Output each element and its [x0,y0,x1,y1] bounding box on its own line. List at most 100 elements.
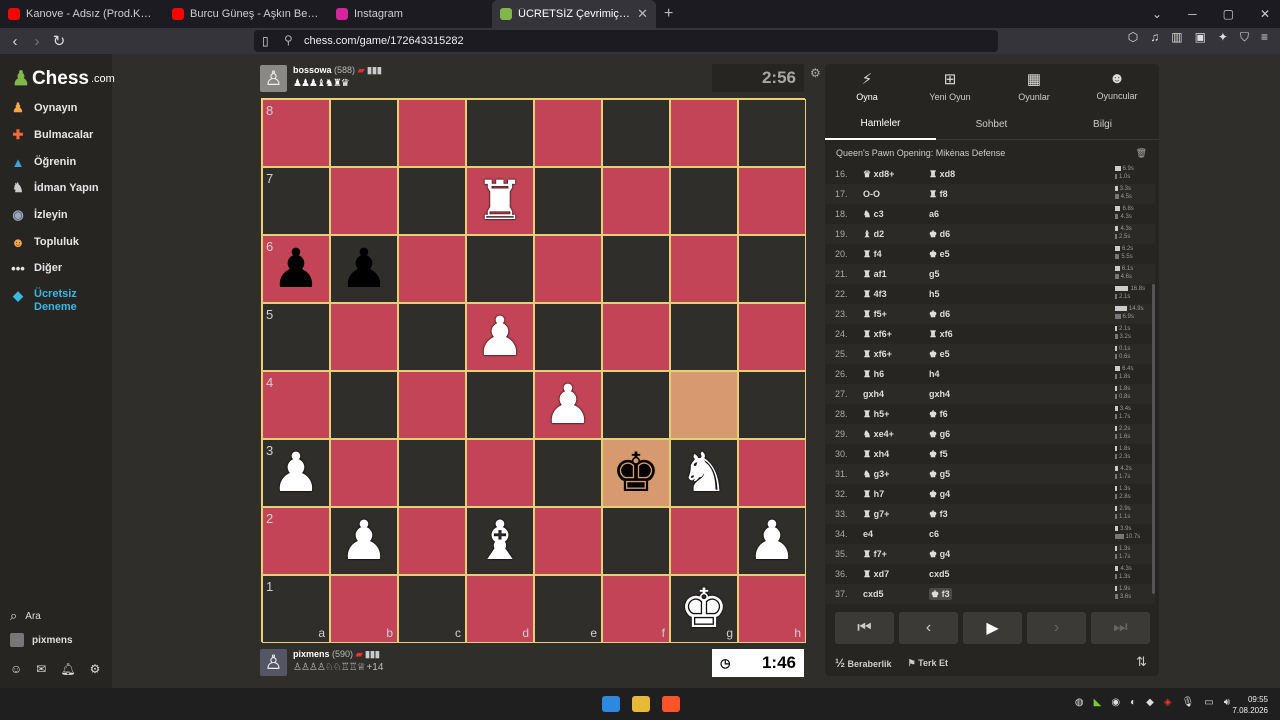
white-pawn[interactable]: ♟ [544,378,592,432]
bookmark-icon[interactable]: ▯ [262,34,269,48]
square-h7[interactable] [738,167,806,235]
square-g7[interactable] [670,167,738,235]
black-move[interactable]: ♚ g6 [929,429,1049,440]
square-b5[interactable] [330,303,398,371]
white-move[interactable]: ♝ d2 [863,229,929,240]
square-c2[interactable] [398,507,466,575]
sidebar-item-watch[interactable]: ◉ İzleyin [10,207,67,223]
black-move[interactable]: ♚ f5 [929,449,1049,460]
white-move[interactable]: ♜ xf6+ [863,329,929,340]
sidebar-item-community[interactable]: ☻ Topluluk [10,234,79,250]
square-d4[interactable] [466,371,534,439]
square-f3[interactable]: ♚ [602,439,670,507]
square-f2[interactable] [602,507,670,575]
tab-play[interactable]: ⚡︎ Oyna [837,70,897,102]
white-move[interactable]: ♞ g3+ [863,469,929,480]
square-e8[interactable] [534,99,602,167]
tab-youtube-1[interactable]: Kanove - Adsız (Prod.Kanove) - YouTube [0,0,164,28]
square-e3[interactable] [534,439,602,507]
tray-app-icon[interactable]: ◍ [1075,697,1084,708]
square-c7[interactable] [398,167,466,235]
white-move[interactable]: ♜ xd7 [863,569,929,580]
tab-new-game[interactable]: ⊞ Yeni Oyun [920,70,980,102]
white-move[interactable]: ♛ xd8+ [863,169,929,180]
black-move[interactable]: a6 [929,209,1049,219]
close-icon[interactable]: ✕ [637,6,648,22]
avatar[interactable]: ♙ [260,65,287,92]
square-h3[interactable] [738,439,806,507]
resign-button[interactable]: ⚑ Terk Et [908,658,948,669]
square-a4[interactable]: 4 [262,371,330,439]
black-move[interactable]: ♜ f8 [929,189,1049,200]
minimize-icon[interactable]: ─ [1188,7,1197,21]
sidebar-item-more[interactable]: ••• Diğer [10,260,62,276]
back-icon[interactable]: ‹ [4,33,26,50]
square-c6[interactable] [398,235,466,303]
white-knight[interactable]: ♞ [680,446,728,500]
square-e7[interactable] [534,167,602,235]
black-move[interactable]: ♚ d6 [929,229,1049,240]
trash-icon[interactable]: 🗑︎ [1136,148,1147,159]
square-f4[interactable] [602,371,670,439]
last-move-button[interactable]: ⏭︎ [1091,612,1150,644]
white-pawn[interactable]: ♟ [340,514,388,568]
square-b4[interactable] [330,371,398,439]
black-move[interactable]: ♜ xf6 [929,329,1049,340]
white-rook[interactable]: ♜ [476,174,524,228]
square-g8[interactable] [670,99,738,167]
tab-youtube-2[interactable]: Burcu Güneş - Aşkın Beni Baştan [164,0,328,28]
black-move[interactable]: ♚ e5 [929,249,1049,260]
square-d7[interactable]: ♜ [466,167,534,235]
black-move[interactable]: g5 [929,269,1049,279]
square-h4[interactable] [738,371,806,439]
black-move[interactable]: ♚ d6 [929,309,1049,320]
white-move[interactable]: O-O [863,189,929,199]
square-c3[interactable] [398,439,466,507]
square-b8[interactable] [330,99,398,167]
square-b2[interactable]: ♟ [330,507,398,575]
draw-button[interactable]: ½ Beraberlik [835,656,892,670]
sidebar-icon[interactable]: ▥ [1171,30,1182,45]
white-move[interactable]: ♜ f5+ [863,309,929,320]
black-move[interactable]: h5 [929,289,1049,299]
black-move[interactable]: ♚ g4 [929,549,1049,560]
previous-move-button[interactable]: ‹ [899,612,958,644]
white-move[interactable]: ♜ xf6+ [863,349,929,360]
tray-app-icon[interactable]: ◈ [1164,697,1172,708]
square-f7[interactable] [602,167,670,235]
black-king[interactable]: ♚ [612,446,660,500]
maximize-icon[interactable]: ▢ [1223,7,1234,21]
black-move[interactable]: ♚ g4 [929,489,1049,500]
white-move[interactable]: ♜ xh4 [863,449,929,460]
square-e1[interactable]: e [534,575,602,643]
square-g5[interactable] [670,303,738,371]
first-move-button[interactable]: ⏮︎ [835,612,894,644]
white-pawn[interactable]: ♟ [476,310,524,364]
music-icon[interactable]: ♫ [1150,30,1159,45]
square-h1[interactable]: h [738,575,806,643]
tab-chess[interactable]: ÜCRETSİZ Çevrimiçi Satranç Oyna✕ [492,0,656,28]
sidebar-item-play[interactable]: ♟ Oynayın [10,100,77,116]
square-c5[interactable] [398,303,466,371]
sidebar-item-puzzles[interactable]: ✚ Bulmacalar [10,127,94,143]
white-move[interactable]: ♜ g7+ [863,509,929,520]
square-b6[interactable]: ♟ [330,235,398,303]
square-c8[interactable] [398,99,466,167]
black-move[interactable]: c6 [929,529,1049,539]
nvidia-icon[interactable]: ◣ [1094,697,1102,708]
tab-moves[interactable]: Hamleler [825,108,936,140]
url-field[interactable]: chess.com/game/172643315282 [254,30,998,52]
tab-instagram[interactable]: Instagram [328,0,492,28]
black-move[interactable]: ♚ g5 [929,469,1049,480]
black-move[interactable]: ♜ xd8 [929,169,1049,180]
shield-icon[interactable]: ⛉ [1240,30,1249,45]
square-g2[interactable] [670,507,738,575]
square-e4[interactable]: ♟ [534,371,602,439]
volume-icon[interactable]: 🔊︎ [1224,697,1230,708]
sidebar-search[interactable]: ⌕ Ara [10,608,41,624]
black-pawn[interactable]: ♟ [272,242,320,296]
sidebar-user[interactable]: pixmens [10,633,73,647]
windows-start-icon[interactable] [602,696,620,712]
white-move[interactable]: ♜ af1 [863,269,929,280]
bottom-player-name[interactable]: pixmens [293,649,330,659]
